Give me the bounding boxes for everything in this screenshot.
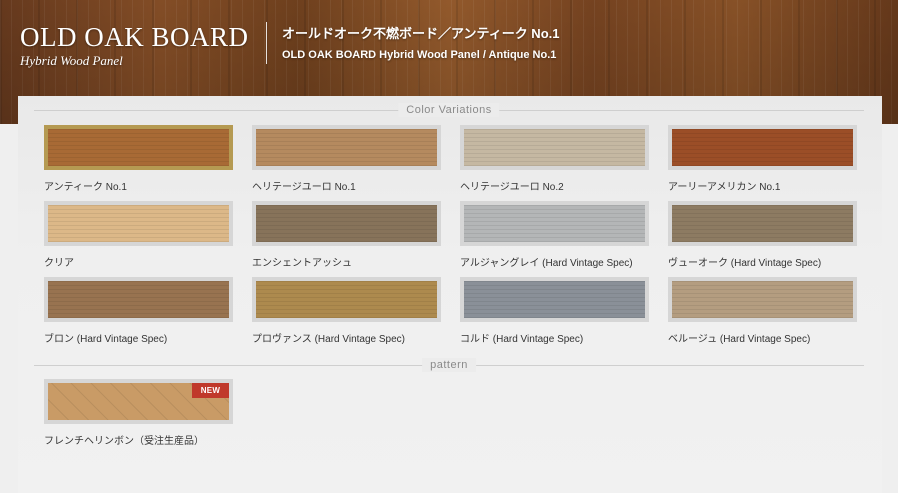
swatch-frame: [460, 125, 649, 170]
product-name-en: OLD OAK BOARD Hybrid Wood Panel / Antiqu…: [282, 49, 557, 61]
swatch-frame: [252, 201, 441, 246]
swatch-label: ヘリテージユーロ No.1: [252, 182, 356, 193]
swatch-tile[interactable]: アーリーアメリカン No.1: [668, 125, 857, 194]
swatch-label: ブロン (Hard Vintage Spec): [44, 334, 168, 345]
wood-swatch: [464, 281, 645, 318]
header-divider: [266, 22, 267, 64]
swatch-tile[interactable]: アルジャングレイ (Hard Vintage Spec): [460, 201, 649, 270]
brand-logo: OLD OAK BOARD Hybrid Wood Panel: [20, 22, 249, 69]
wood-swatch: [464, 205, 645, 242]
swatch-tile[interactable]: アンティーク No.1: [44, 125, 233, 194]
pattern-heading: pattern: [0, 358, 898, 372]
pattern-tile[interactable]: NEW フレンチヘリンボン（受注生産品）: [44, 379, 233, 448]
swatch-label: コルド (Hard Vintage Spec): [460, 334, 584, 345]
wood-swatch: [672, 129, 853, 166]
swatch-tile[interactable]: ブロン (Hard Vintage Spec): [44, 277, 233, 346]
swatch-frame: [668, 201, 857, 246]
swatch-tile[interactable]: ヘリテージユーロ No.1: [252, 125, 441, 194]
product-headline: オールドオーク不燃ボード／アンティーク No.1 OLD OAK BOARD H…: [282, 26, 559, 61]
swatch-tile[interactable]: ヴューオーク (Hard Vintage Spec): [668, 201, 857, 270]
swatch-tile[interactable]: ヘリテージユーロ No.2: [460, 125, 649, 194]
swatch-tile[interactable]: クリア: [44, 201, 233, 270]
product-name-jp: オールドオーク不燃ボード／アンティーク No.1: [282, 26, 560, 41]
wood-swatch: [464, 129, 645, 166]
swatch-frame: NEW: [44, 379, 233, 424]
swatch-frame: [252, 125, 441, 170]
section-title: pattern: [422, 358, 476, 372]
swatch-frame: [252, 277, 441, 322]
section-title: Color Variations: [398, 103, 500, 117]
swatch-frame: [460, 201, 649, 246]
new-badge: NEW: [192, 383, 229, 398]
swatch-frame: [668, 277, 857, 322]
wood-swatch: [256, 129, 437, 166]
swatch-tile[interactable]: ベルージュ (Hard Vintage Spec): [668, 277, 857, 346]
swatch-label: エンシェントアッシュ: [252, 258, 352, 269]
swatch-label: アンティーク No.1: [44, 182, 127, 193]
brand-title: OLD OAK BOARD: [20, 22, 249, 52]
pattern-label: フレンチヘリンボン（受注生産品）: [44, 436, 204, 447]
swatch-label: プロヴァンス (Hard Vintage Spec): [252, 334, 405, 345]
wood-swatch: [48, 205, 229, 242]
wood-swatch: [256, 205, 437, 242]
swatch-tile[interactable]: コルド (Hard Vintage Spec): [460, 277, 649, 346]
swatch-label: アーリーアメリカン No.1: [668, 182, 781, 193]
swatch-label: アルジャングレイ (Hard Vintage Spec): [460, 258, 633, 269]
wood-swatch: [48, 281, 229, 318]
swatch-frame: [668, 125, 857, 170]
wood-swatch: [672, 205, 853, 242]
wood-swatch: [48, 129, 229, 166]
swatch-frame: [44, 277, 233, 322]
swatch-label: ベルージュ (Hard Vintage Spec): [668, 334, 811, 345]
swatch-frame: [44, 125, 233, 170]
wood-swatch: [672, 281, 853, 318]
swatch-label: ヴューオーク (Hard Vintage Spec): [668, 258, 822, 269]
color-variations-heading: Color Variations: [0, 103, 898, 117]
swatch-label: クリア: [44, 258, 74, 269]
wood-swatch: [256, 281, 437, 318]
swatch-label: ヘリテージユーロ No.2: [460, 182, 564, 193]
swatch-tile[interactable]: エンシェントアッシュ: [252, 201, 441, 270]
brand-subtitle: Hybrid Wood Panel: [20, 53, 123, 68]
swatch-tile[interactable]: プロヴァンス (Hard Vintage Spec): [252, 277, 441, 346]
swatch-frame: [44, 201, 233, 246]
swatch-frame: [460, 277, 649, 322]
